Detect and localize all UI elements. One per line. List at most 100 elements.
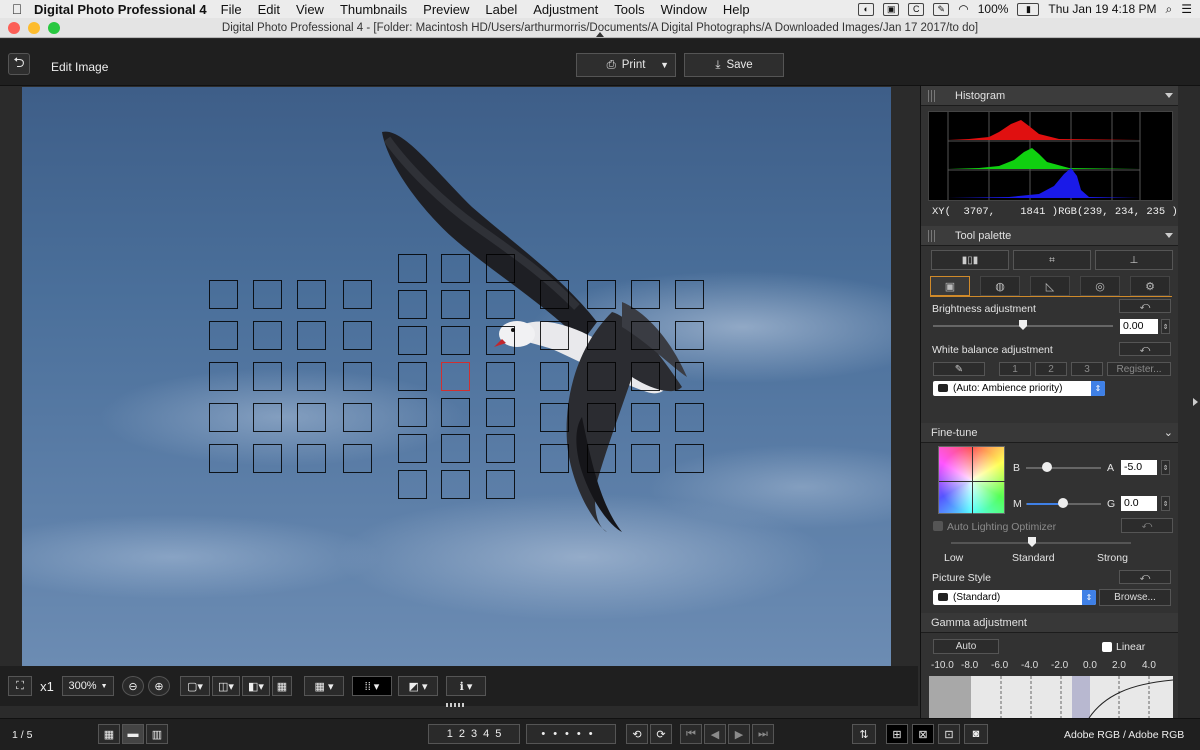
wifi-icon[interactable]: ◠ bbox=[958, 2, 968, 16]
wb-register-button[interactable]: Register... bbox=[1107, 362, 1171, 376]
zoom-x1-button[interactable]: x1 bbox=[34, 676, 60, 696]
highlight-warning-button[interactable]: ◩ ▾ bbox=[398, 676, 438, 696]
minimize-window-button[interactable] bbox=[28, 22, 40, 34]
menu-edit[interactable]: Edit bbox=[258, 2, 280, 17]
chevron-down-icon[interactable]: ▼ bbox=[660, 60, 669, 70]
grip-icon[interactable] bbox=[928, 90, 936, 102]
menu-list-icon[interactable]: ☰ bbox=[1181, 2, 1192, 16]
browse-button[interactable]: Browse... bbox=[1099, 589, 1171, 606]
view-mode-1-button[interactable]: ⊞ bbox=[886, 724, 908, 744]
next-image-button[interactable]: ▶ bbox=[728, 724, 750, 744]
af-points-button[interactable]: ⁞⁞ ▾ bbox=[352, 676, 392, 696]
color-wheel-grid[interactable] bbox=[938, 446, 1006, 515]
ba-slider-track[interactable] bbox=[1026, 467, 1101, 469]
menu-window[interactable]: Window bbox=[661, 2, 707, 17]
compare-view-button[interactable]: ◫▾ bbox=[212, 676, 240, 696]
linear-checkbox[interactable] bbox=[1102, 642, 1112, 652]
fine-tune-a-field[interactable]: -5.0 bbox=[1121, 460, 1157, 475]
menu-file[interactable]: File bbox=[221, 2, 242, 17]
zoom-window-button[interactable] bbox=[48, 22, 60, 34]
status-app-icon[interactable]: ◐ bbox=[858, 2, 875, 16]
brightness-slider-thumb[interactable] bbox=[1019, 320, 1027, 330]
clock[interactable]: Thu Jan 19 4:18 PM bbox=[1048, 2, 1156, 16]
status-app-icon[interactable]: C bbox=[908, 2, 925, 16]
rating-4-button[interactable]: 4 bbox=[483, 728, 489, 740]
collapse-caret-icon[interactable] bbox=[596, 32, 604, 37]
menu-help[interactable]: Help bbox=[723, 2, 750, 17]
tab-color[interactable]: ◎ bbox=[1080, 276, 1120, 296]
menu-view[interactable]: View bbox=[296, 2, 324, 17]
brightness-stepper[interactable]: ⇕ bbox=[1161, 319, 1170, 334]
back-button[interactable]: ⮌ bbox=[8, 53, 30, 75]
menu-adjustment[interactable]: Adjustment bbox=[533, 2, 598, 17]
wb-slot-1[interactable]: 1 bbox=[999, 362, 1031, 376]
picture-style-reset-button[interactable]: ⤺ bbox=[1119, 570, 1171, 584]
fine-tune-g-field[interactable]: 0.0 bbox=[1121, 496, 1157, 511]
chevron-down-icon[interactable] bbox=[1165, 93, 1173, 98]
gamma-auto-button[interactable]: Auto bbox=[933, 639, 999, 654]
print-button[interactable]: ⎙ Print ▼ bbox=[576, 53, 676, 77]
zoom-level-select[interactable]: 300% ▼ bbox=[62, 676, 114, 696]
chevron-down-icon[interactable] bbox=[1165, 233, 1173, 238]
tool-palette-header[interactable]: Tool palette bbox=[921, 226, 1179, 246]
info-button[interactable]: ℹ ▾ bbox=[446, 676, 486, 696]
rating-3-button[interactable]: 3 bbox=[471, 728, 477, 740]
fine-tune-header[interactable]: Fine-tune ⌄ bbox=[921, 423, 1179, 443]
picture-style-select[interactable]: (Standard) ⇕ bbox=[933, 590, 1096, 605]
rating-1-button[interactable]: 1 bbox=[447, 728, 453, 740]
view-mode-2-button[interactable]: ⊠ bbox=[912, 724, 934, 744]
wb-slot-2[interactable]: 2 bbox=[1035, 362, 1067, 376]
status-app-icon[interactable]: ▣ bbox=[883, 2, 900, 16]
menu-thumbnails[interactable]: Thumbnails bbox=[340, 2, 407, 17]
fit-to-window-button[interactable]: ⛶ bbox=[8, 676, 32, 696]
last-image-button[interactable]: ⏭ bbox=[752, 724, 774, 744]
photo-canvas[interactable] bbox=[22, 87, 891, 666]
alo-slider-track[interactable] bbox=[951, 542, 1131, 544]
tab-tone[interactable]: ◍ bbox=[980, 276, 1020, 296]
white-balance-reset-button[interactable]: ⤺ bbox=[1119, 342, 1171, 356]
split-view-button[interactable]: ◧▾ bbox=[242, 676, 270, 696]
filmstrip-bottom-button[interactable]: ▬ bbox=[122, 724, 144, 744]
a-stepper[interactable]: ⇕ bbox=[1161, 460, 1170, 475]
gamma-curve[interactable] bbox=[929, 676, 1173, 718]
rating-2-button[interactable]: 2 bbox=[459, 728, 465, 740]
camera-button[interactable]: ◙ bbox=[964, 724, 988, 744]
mg-slider-thumb[interactable] bbox=[1058, 498, 1068, 508]
sync-view-button[interactable]: ▦ bbox=[272, 676, 292, 696]
zoom-out-button[interactable]: ⊖ bbox=[122, 676, 144, 696]
prev-image-button[interactable]: ◀ bbox=[704, 724, 726, 744]
white-balance-select[interactable]: (Auto: Ambience priority) ⇕ bbox=[933, 381, 1105, 396]
eyedropper-button[interactable]: ✎ bbox=[933, 362, 985, 376]
histogram-header[interactable]: Histogram bbox=[921, 86, 1179, 106]
tab-settings[interactable]: ⚙ bbox=[1130, 276, 1170, 296]
ba-slider-thumb[interactable] bbox=[1042, 462, 1052, 472]
gamma-header[interactable]: Gamma adjustment bbox=[921, 613, 1179, 633]
search-icon[interactable]: ⌕ bbox=[1166, 2, 1173, 17]
status-app-icon[interactable]: ✎ bbox=[933, 2, 950, 16]
alo-checkbox[interactable] bbox=[933, 521, 943, 531]
zoom-in-button[interactable]: ⊕ bbox=[148, 676, 170, 696]
menu-preview[interactable]: Preview bbox=[423, 2, 469, 17]
single-view-button[interactable]: ▢▾ bbox=[180, 676, 210, 696]
grip-icon[interactable] bbox=[928, 230, 936, 242]
apple-icon[interactable]:  bbox=[0, 1, 34, 17]
menu-label[interactable]: Label bbox=[485, 2, 517, 17]
crop-tool-button[interactable]: ⌗ bbox=[1013, 250, 1091, 270]
brightness-value-field[interactable]: 0.00 bbox=[1120, 319, 1158, 334]
grid-overlay-button[interactable]: ▦ ▾ bbox=[304, 676, 344, 696]
star-rating[interactable]: ••••• bbox=[526, 724, 616, 744]
battery-icon[interactable]: ▮ bbox=[1017, 2, 1040, 16]
first-image-button[interactable]: ⏮ bbox=[680, 724, 702, 744]
rotate-right-button[interactable]: ⟳ bbox=[650, 724, 672, 744]
g-stepper[interactable]: ⇕ bbox=[1161, 496, 1170, 511]
handle-icon[interactable] bbox=[446, 703, 466, 707]
histogram-tool-button[interactable]: ▮▯▮ bbox=[931, 250, 1009, 270]
tab-basic[interactable]: ▣ bbox=[930, 276, 970, 296]
brightness-reset-button[interactable]: ⤺ bbox=[1119, 299, 1171, 313]
view-mode-3-button[interactable]: ⊡ bbox=[938, 724, 960, 744]
tab-curve[interactable]: ◺ bbox=[1030, 276, 1070, 296]
grid-layout-button[interactable]: ▦ bbox=[98, 724, 120, 744]
wb-slot-3[interactable]: 3 bbox=[1071, 362, 1103, 376]
filmstrip-side-button[interactable]: ▥ bbox=[146, 724, 168, 744]
alo-slider-thumb[interactable] bbox=[1028, 537, 1036, 547]
